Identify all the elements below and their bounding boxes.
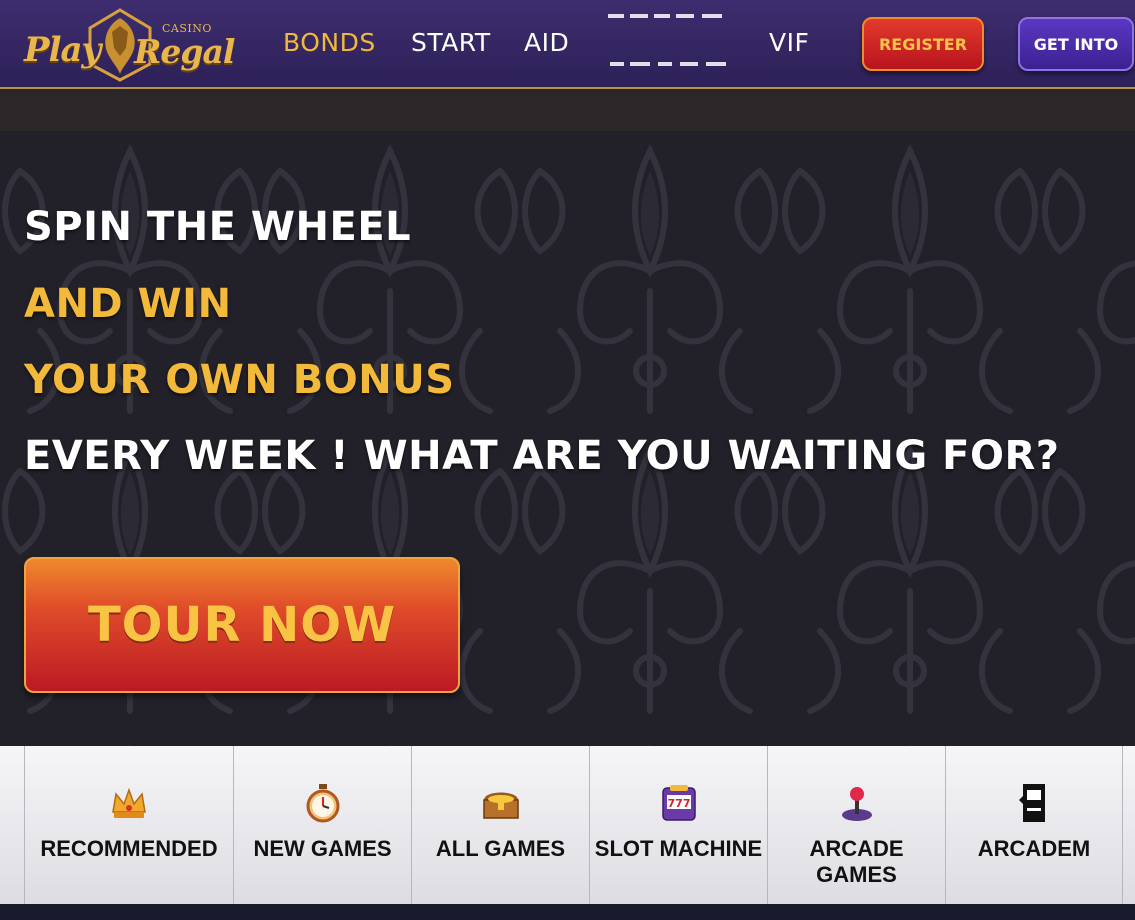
- category-label: ARCADEM: [977, 836, 1091, 861]
- tour-now-button[interactable]: TOUR NOW: [24, 557, 460, 693]
- top-navigation-bar: Play CASINO Regal BONDS START AID VIF RE…: [0, 0, 1135, 89]
- category-new-games[interactable]: NEW GAMES: [233, 746, 411, 904]
- hero-banner: SPIN THE WHEEL AND WIN YOUR OWN BONUS EV…: [0, 131, 1135, 746]
- clipped-text-remnant: [608, 14, 726, 66]
- category-label: SLOT MACHINE: [594, 836, 763, 861]
- register-button[interactable]: REGISTER: [862, 17, 984, 71]
- stopwatch-icon: [306, 784, 339, 823]
- nav-item-aid[interactable]: AID: [524, 28, 569, 57]
- page-bottom-strip: [0, 904, 1135, 920]
- category-slot-machine[interactable]: 777 SLOT MACHINE: [589, 746, 767, 904]
- hero-headline-line3: YOUR OWN BONUS: [24, 357, 455, 403]
- svg-text:777: 777: [667, 797, 690, 810]
- hero-headline-line4: EVERY WEEK ! WHAT ARE YOU WAITING FOR?: [24, 433, 1060, 479]
- category-label: RECOMMENDED: [40, 836, 218, 861]
- logo-word-play: Play: [24, 30, 101, 70]
- joystick-icon: [841, 787, 872, 821]
- hero-headline-line1: SPIN THE WHEEL: [24, 204, 412, 250]
- logo-word-regal: Regal: [134, 32, 235, 71]
- category-all-games[interactable]: ALL GAMES: [411, 746, 589, 904]
- nav-item-vif[interactable]: VIF: [769, 28, 809, 57]
- arcade-cabinet-icon: [1019, 784, 1045, 822]
- category-label: ALL GAMES: [435, 836, 566, 861]
- category-recommended[interactable]: RECOMMENDED: [24, 746, 233, 904]
- hero-headline-line2: AND WIN: [24, 281, 232, 327]
- crown-icon: [112, 787, 146, 818]
- nav-item-bonds[interactable]: BONDS: [283, 28, 376, 57]
- login-button[interactable]: GET INTO: [1018, 17, 1134, 71]
- playregal-logo[interactable]: Play CASINO Regal: [22, 8, 235, 82]
- game-category-bar: RECOMMENDED NEW GAMES ALL GAMES 777 SLOT…: [0, 746, 1135, 904]
- nav-item-start[interactable]: START: [411, 28, 491, 57]
- category-arcade-games[interactable]: ARCADE GAMES: [767, 746, 945, 904]
- sub-header-bar: [0, 89, 1135, 131]
- category-arcadem[interactable]: ARCADEM: [945, 746, 1123, 904]
- category-label: NEW GAMES: [253, 836, 392, 861]
- nav-item-clipped[interactable]: [606, 14, 746, 68]
- category-label: ARCADE GAMES: [809, 836, 904, 887]
- treasure-chest-icon: [482, 792, 519, 819]
- slot-machine-icon: 777: [661, 785, 696, 821]
